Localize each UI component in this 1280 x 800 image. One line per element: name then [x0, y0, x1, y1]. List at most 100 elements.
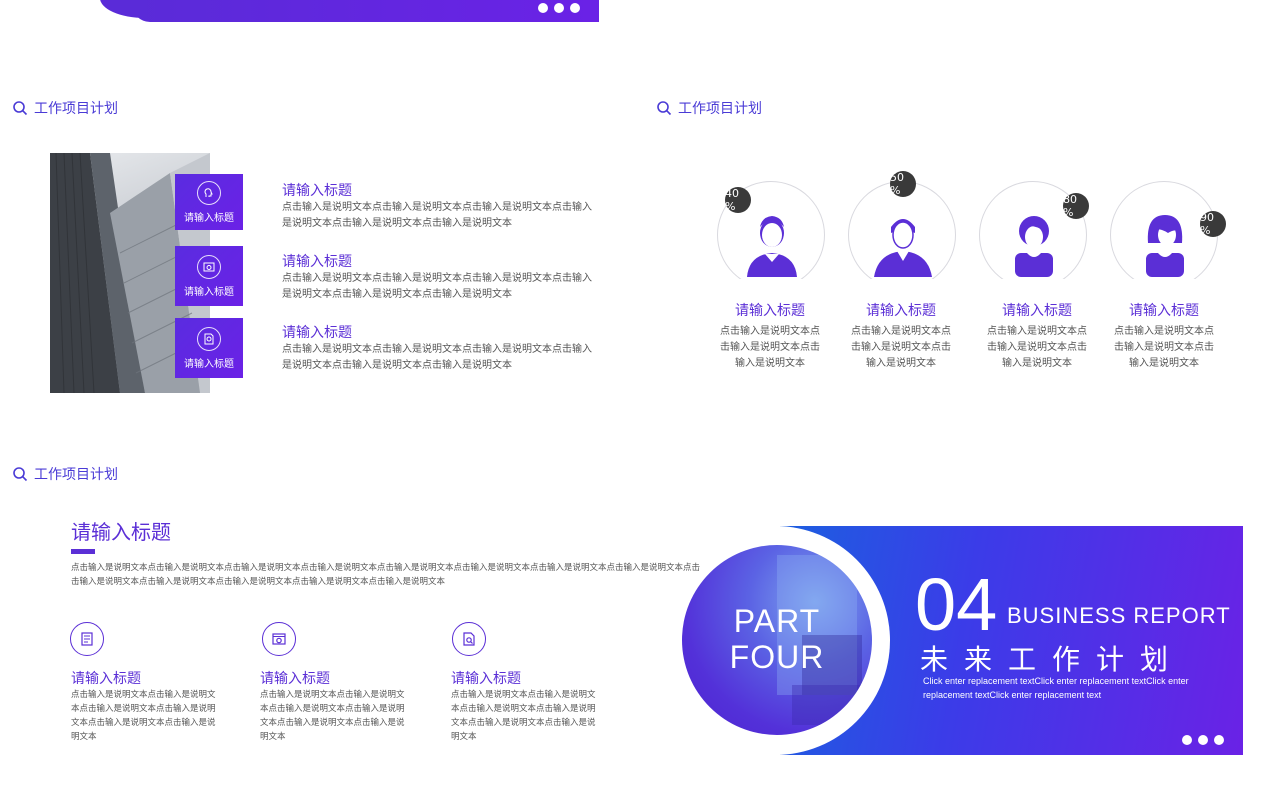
- card-text-line: 点击输入是说明文本点击输入是说明文: [260, 690, 405, 700]
- item-text-line: 点击输入是说明文本点击输入是说明文本点击输入是说明文本点击输入: [282, 273, 592, 284]
- notebook-icon: [70, 622, 104, 656]
- head-gear-icon: [197, 180, 221, 205]
- document-search-icon: [197, 326, 221, 351]
- card-text-line: 明文本: [71, 732, 97, 742]
- person-text-line: 输入是说明文本: [735, 358, 805, 369]
- section-title: 工作项目计划: [12, 98, 118, 118]
- person-text: 请输入标题 点击输入是说明文本点 击输入是说明文本点击 输入是说明文本: [841, 300, 961, 372]
- slide-dots: [1182, 735, 1224, 745]
- paragraph-line: 击输入是说明文本点击输入是说明文本点击输入是说明文本点击输入是说明文本点击输入是…: [71, 577, 446, 587]
- person-text-line: 输入是说明文本: [1002, 358, 1072, 369]
- woman-bob-hair-icon: [1146, 215, 1184, 277]
- person-text-line: 点击输入是说明文本点: [987, 326, 1087, 337]
- section-title-label: 工作项目计划: [34, 101, 118, 117]
- percent-badge: 90 %: [1200, 211, 1226, 237]
- percent-badge: 80 %: [1063, 193, 1089, 219]
- subtitle-line: Click enter replacement textClick enter …: [923, 676, 1189, 686]
- tile-2[interactable]: 请输入标题: [175, 246, 243, 306]
- person-text-line: 输入是说明文本: [1129, 358, 1199, 369]
- card-text-line: 本点击输入是说明文本点击输入是说明: [260, 704, 405, 714]
- person-title: 请输入标题: [866, 303, 936, 319]
- percent-badge: 50 %: [890, 171, 916, 197]
- card-text-line: 本点击输入是说明文本点击输入是说明: [451, 704, 596, 714]
- person-text-line: 点击输入是说明文本点: [851, 326, 951, 337]
- dot: [1214, 735, 1224, 745]
- dot: [554, 3, 564, 13]
- card-text-line: 点击输入是说明文本点击输入是说明文: [451, 690, 596, 700]
- top-slide-dots: [538, 3, 580, 13]
- tile-label: 请输入标题: [184, 286, 234, 298]
- percent-badge: 40 %: [725, 187, 751, 213]
- card: 请输入标题 点击输入是说明文本点击输入是说明文 本点击输入是说明文本点击输入是说…: [260, 668, 405, 744]
- dot: [538, 3, 548, 13]
- item-text-line: 是说明文本点击输入是说明文本点击输入是说明文本: [282, 289, 512, 300]
- item-text-line: 是说明文本点击输入是说明文本点击输入是说明文本: [282, 360, 512, 371]
- tile-label: 请输入标题: [184, 212, 234, 224]
- card-title: 请输入标题: [451, 671, 521, 687]
- search-icon: [13, 467, 28, 482]
- section-title: 工作项目计划: [12, 464, 118, 484]
- section-title-label: 工作项目计划: [678, 101, 762, 117]
- card-text-line: 明文本: [451, 732, 477, 742]
- person-text-line: 击输入是说明文本点击: [720, 342, 820, 353]
- section-title: 工作项目计划: [656, 98, 762, 118]
- card: 请输入标题 点击输入是说明文本点击输入是说明文 本点击输入是说明文本点击输入是说…: [451, 668, 596, 744]
- tile-label: 请输入标题: [184, 358, 234, 370]
- list-item: 请输入标题 点击输入是说明文本点击输入是说明文本点击输入是说明文本点击输入 是说…: [282, 251, 592, 303]
- card: 请输入标题 点击输入是说明文本点击输入是说明文 本点击输入是说明文本点击输入是说…: [71, 668, 216, 744]
- item-title: 请输入标题: [282, 254, 352, 270]
- tile-1[interactable]: 请输入标题: [175, 174, 243, 230]
- person-card: 40 %: [717, 181, 825, 281]
- item-text-line: 是说明文本点击输入是说明文本点击输入是说明文本: [282, 218, 512, 229]
- card-text-line: 文本点击输入是说明文本点击输入是说: [71, 718, 216, 728]
- person-text: 请输入标题 点击输入是说明文本点 击输入是说明文本点击 输入是说明文本: [1104, 300, 1224, 372]
- tile-3[interactable]: 请输入标题: [175, 318, 243, 378]
- subtitle-line: replacement textClick enter replacement …: [923, 690, 1102, 700]
- slide-title: 请输入标题: [71, 520, 171, 544]
- person-card: 50 %: [848, 171, 956, 281]
- search-icon: [657, 101, 672, 116]
- person-title: 请输入标题: [735, 303, 805, 319]
- dot: [1198, 735, 1208, 745]
- card-text-line: 点击输入是说明文本点击输入是说明文: [71, 690, 216, 700]
- card-text-line: 明文本: [260, 732, 286, 742]
- settings-window-icon: [262, 622, 296, 656]
- card-title: 请输入标题: [71, 671, 141, 687]
- list-item: 请输入标题 点击输入是说明文本点击输入是说明文本点击输入是说明文本点击输入 是说…: [282, 322, 592, 374]
- card-text-line: 文本点击输入是说明文本点击输入是说: [260, 718, 405, 728]
- dot: [570, 3, 580, 13]
- person-title: 请输入标题: [1002, 303, 1072, 319]
- card-text-line: 文本点击输入是说明文本点击输入是说: [451, 718, 596, 728]
- settings-window-icon: [197, 254, 221, 279]
- person-text-line: 点击输入是说明文本点: [1114, 326, 1214, 337]
- card-title: 请输入标题: [260, 671, 330, 687]
- paragraph-line: 点击输入是说明文本点击输入是说明文本点击输入是说明文本点击输入是说明文本点击输入…: [71, 563, 701, 573]
- item-title: 请输入标题: [282, 325, 352, 341]
- title-underline: [71, 549, 95, 554]
- person-card: 90 %: [1110, 181, 1226, 281]
- card-text-line: 本点击输入是说明文本点击输入是说明: [71, 704, 216, 714]
- person-title: 请输入标题: [1129, 303, 1199, 319]
- person-text-line: 输入是说明文本: [866, 358, 936, 369]
- item-text-line: 点击输入是说明文本点击输入是说明文本点击输入是说明文本点击输入: [282, 344, 592, 355]
- person-text: 请输入标题 点击输入是说明文本点 击输入是说明文本点击 输入是说明文本: [710, 300, 830, 372]
- person-text-line: 击输入是说明文本点击: [987, 342, 1087, 353]
- person-card: 80 %: [979, 181, 1089, 281]
- search-icon: [13, 101, 28, 116]
- person-text-line: 击输入是说明文本点击: [1114, 342, 1214, 353]
- chinese-title: 未来工作计划: [920, 643, 1185, 676]
- person-text-line: 点击输入是说明文本点: [720, 326, 820, 337]
- person-text: 请输入标题 点击输入是说明文本点 击输入是说明文本点击 输入是说明文本: [977, 300, 1097, 372]
- man-casual-icon: [874, 219, 932, 277]
- item-text-line: 点击输入是说明文本点击输入是说明文本点击输入是说明文本点击输入: [282, 202, 592, 213]
- document-search-icon: [452, 622, 486, 656]
- part-number-word: FOUR: [729, 639, 825, 675]
- list-item: 请输入标题 点击输入是说明文本点击输入是说明文本点击输入是说明文本点击输入 是说…: [282, 180, 592, 232]
- part-label: PART: [733, 603, 821, 639]
- dot: [1182, 735, 1192, 745]
- woman-short-hair-icon: [1015, 216, 1053, 277]
- item-title: 请输入标题: [282, 183, 352, 199]
- section-title-label: 工作项目计划: [34, 467, 118, 483]
- part-number: 04: [915, 563, 998, 646]
- top-slide-banner: [132, 0, 599, 22]
